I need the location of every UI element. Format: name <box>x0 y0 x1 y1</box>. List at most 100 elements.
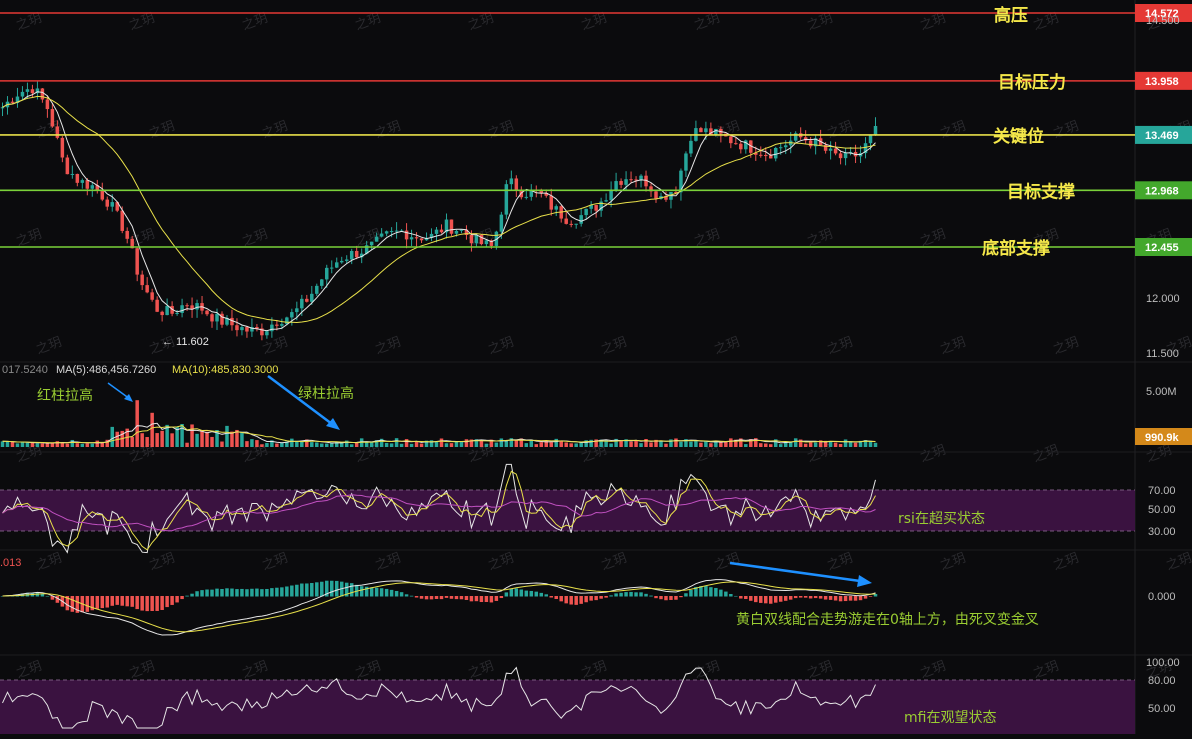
volume-tick-5m: 5.00M <box>1146 386 1177 398</box>
candle-body <box>484 240 489 245</box>
watermark-text: 之玥 <box>34 551 64 574</box>
volume-bar <box>95 440 100 447</box>
candle-body <box>135 248 139 275</box>
candle-body <box>180 305 184 313</box>
macd-histogram-bar <box>444 596 449 598</box>
macd-histogram-bar <box>464 596 469 600</box>
volume-bar <box>768 444 773 447</box>
macd-histogram-bar <box>210 589 214 597</box>
macd-histogram-bar <box>205 589 209 597</box>
volume-bar <box>609 443 613 447</box>
macd-histogram-bar <box>759 596 763 603</box>
volume-bar <box>15 443 20 447</box>
macd-histogram-bar <box>265 588 269 597</box>
candle-body <box>90 185 95 189</box>
volume-bar <box>439 438 444 447</box>
macd-histogram-bar <box>729 594 733 597</box>
volume-bar <box>629 441 633 447</box>
macd-histogram-bar <box>359 586 364 597</box>
macd-histogram-bar <box>310 582 314 597</box>
volume-bar <box>275 443 279 447</box>
macd-histogram-bar <box>614 593 618 597</box>
annotation-macd: 黄白双线配合走势游走在0轴上方，由死叉变金叉 <box>736 611 1039 628</box>
watermark-text: 之玥 <box>938 119 968 142</box>
watermark-text: 之玥 <box>805 659 835 682</box>
watermark-text: 之玥 <box>486 119 516 142</box>
volume-bar <box>838 444 843 447</box>
watermark-text: 之玥 <box>918 443 948 466</box>
macd-histogram-bar <box>459 596 464 600</box>
macd-histogram-bar <box>659 596 663 600</box>
watermark-text: 之玥 <box>825 551 855 574</box>
candle-body <box>579 215 583 224</box>
macd-histogram-bar <box>419 596 424 599</box>
candle-body <box>245 327 249 332</box>
macd-histogram-bar <box>230 588 234 597</box>
macd-histogram-bar <box>115 596 119 605</box>
watermark-text: 之玥 <box>14 659 44 682</box>
volume-bar <box>30 442 35 447</box>
macd-histogram-bar <box>783 596 788 601</box>
level-tag-2: 13.469 <box>1145 130 1179 142</box>
macd-histogram-bar <box>579 596 583 604</box>
level-label-1: 目标压力 <box>998 72 1066 93</box>
annotation-mfi: mfi在观望状态 <box>904 710 996 726</box>
macd-histogram-bar <box>155 596 159 611</box>
macd-histogram-bar <box>110 596 114 606</box>
arrow-macd-head <box>857 575 872 587</box>
volume-bar <box>5 441 10 447</box>
macd-histogram-bar <box>474 596 479 602</box>
volume-bar <box>10 441 15 447</box>
watermark-text: 之玥 <box>373 551 403 574</box>
volume-bar <box>499 438 504 447</box>
candle-body <box>100 190 105 200</box>
volume-bar <box>70 439 75 447</box>
watermark-text: 之玥 <box>1051 335 1081 358</box>
volume-bar <box>634 440 638 447</box>
macd-histogram-bar <box>709 587 713 597</box>
macd-histogram-bar <box>848 596 853 601</box>
watermark-text: 之玥 <box>1051 119 1081 142</box>
macd-histogram-bar <box>135 596 139 610</box>
macd-histogram-bar <box>45 595 50 597</box>
volume-bar <box>185 442 189 447</box>
macd-histogram-bar <box>574 596 578 605</box>
volume-bar <box>80 443 85 447</box>
candle-body <box>654 191 658 199</box>
macd-histogram-bar <box>280 587 284 597</box>
macd-histogram-bar <box>394 590 399 597</box>
candle-body <box>389 230 394 232</box>
watermark-text: 之玥 <box>579 11 609 34</box>
candle-body <box>868 134 873 144</box>
macd-histogram-bar <box>175 596 179 603</box>
macd-histogram-bar <box>105 596 110 608</box>
macd-histogram-bar <box>818 596 823 599</box>
volume-bar <box>45 443 50 447</box>
candle-body <box>379 233 384 237</box>
macd-histogram-bar <box>150 596 154 611</box>
candle-body <box>45 99 50 110</box>
watermark-text: 之玥 <box>1144 443 1174 466</box>
macd-histogram-bar <box>290 585 294 597</box>
volume-bar <box>320 443 324 447</box>
candle-body <box>75 173 80 183</box>
macd-histogram-bar <box>315 582 319 597</box>
level-tag-1: 13.958 <box>1145 76 1179 88</box>
macd-partial-tick: .013 <box>0 557 21 569</box>
candle-body <box>783 145 788 148</box>
candle-body <box>290 312 294 318</box>
macd-histogram-bar <box>833 596 838 601</box>
macd-histogram-bar <box>654 596 658 599</box>
macd-histogram-bar <box>858 596 863 601</box>
volume-bar <box>210 436 214 447</box>
volume-bar <box>40 443 45 447</box>
macd-histogram-bar <box>798 596 803 598</box>
mfi-tick-100: 100.00 <box>1146 657 1180 669</box>
candle-body <box>449 219 454 234</box>
watermark-text: 之玥 <box>599 119 629 142</box>
macd-histogram-bar <box>524 590 529 597</box>
macd-histogram-bar <box>454 596 459 600</box>
macd-histogram-bar <box>828 596 833 600</box>
volume-bar <box>798 439 803 447</box>
macd-histogram-bar <box>594 596 598 601</box>
